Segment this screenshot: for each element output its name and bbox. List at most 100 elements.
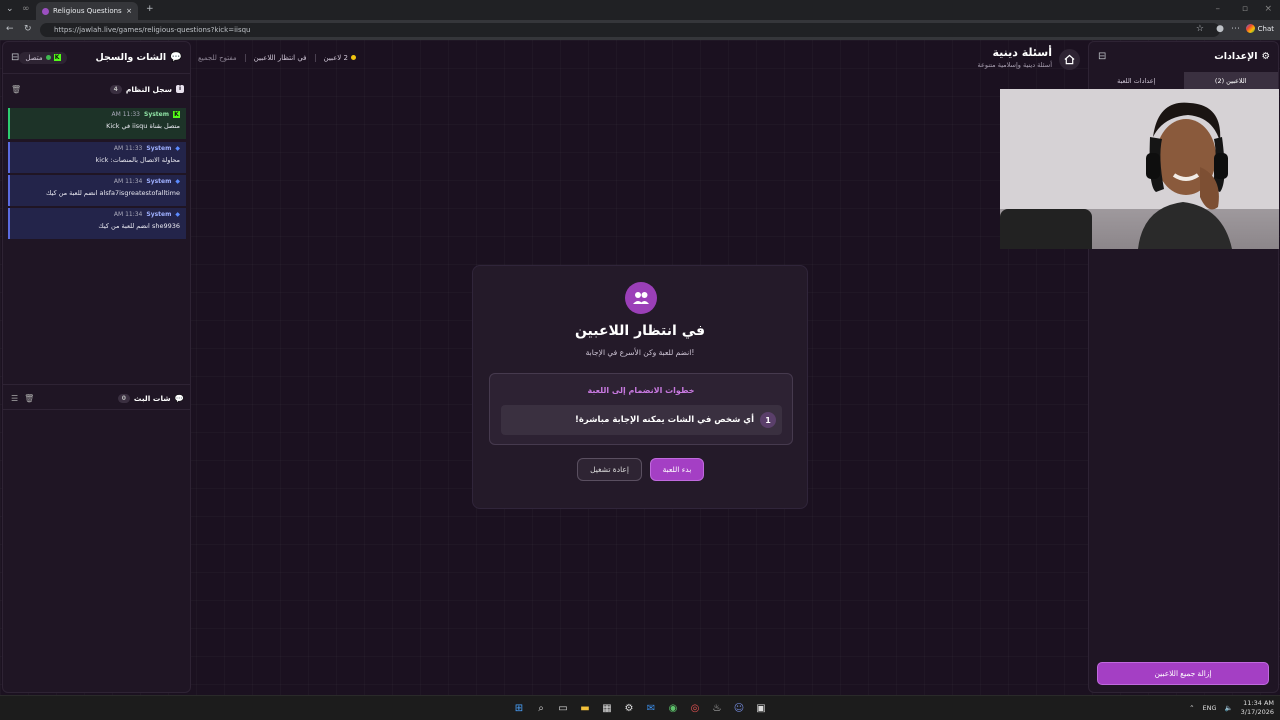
tray-arrow-icon[interactable]: ⌃	[1189, 704, 1194, 712]
players-count: 2 لاعبين	[324, 54, 356, 62]
gear-icon: ⚙	[1261, 51, 1270, 62]
back-icon[interactable]: ←	[6, 25, 14, 34]
live-chat-count: 0	[117, 393, 130, 403]
system-log-title: 4 سجل النظام i	[109, 84, 184, 94]
chat-bubble-icon: 💬	[174, 393, 184, 403]
waiting-card: في انتظار اللاعبين انضم للعبة وكن الأسرع…	[472, 265, 808, 509]
home-button[interactable]	[1059, 49, 1080, 70]
step-item: 1 أي شخص في الشات يمكنه الإجابة مباشرة!	[501, 405, 782, 435]
address-bar-row: ← ↻ https://jawlah.live/games/religious-…	[0, 20, 1280, 40]
mail-icon[interactable]: ✉	[643, 701, 659, 715]
msg-time: 11:34 AM	[113, 211, 143, 218]
lang-indicator[interactable]: ENG	[1203, 704, 1217, 712]
game-title-block: أسئلة دينية أسئلة دينية وإسلامية متنوعة	[940, 46, 1052, 69]
system-tray: ⌃ ENG 🔈 11:34 AM 3/17/2026	[1189, 699, 1274, 717]
system-log-count: 4	[109, 84, 122, 94]
step-text: أي شخص في الشات يمكنه الإجابة مباشرة!	[574, 415, 754, 425]
kick-icon: K	[173, 111, 180, 118]
discord-icon[interactable]: ☺	[731, 701, 747, 715]
home-icon	[1064, 54, 1075, 65]
live-chat-title-text: شات البث	[133, 393, 171, 403]
clock-time: 11:34 AM	[1243, 699, 1274, 707]
players-count-text: 2 لاعبين	[323, 54, 348, 62]
browser-tab[interactable]: Religious Questions - أسئلة دينية ×	[36, 2, 138, 20]
separator	[244, 54, 246, 62]
chat-label: Chat	[1257, 24, 1274, 33]
connection-status-badge: متصل K	[19, 51, 67, 64]
game-state: في انتظار اللاعبين	[253, 54, 307, 62]
menu-dots-icon[interactable]: ⋯	[1231, 25, 1240, 34]
join-steps: خطوات الانضمام إلى اللعبة 1 أي شخص في ال…	[489, 373, 793, 445]
kick-icon: K	[53, 54, 61, 61]
window-close-icon[interactable]: ×	[1264, 5, 1272, 14]
tab-players[interactable]: اللاعبين (2)	[1183, 72, 1278, 90]
browser-icon[interactable]: ◎	[687, 701, 703, 715]
webcam-chair	[1000, 209, 1092, 249]
status-dot-icon	[350, 55, 356, 60]
settings-tabs: اللاعبين (2) إعدادات اللعبة	[1089, 72, 1278, 90]
star-icon[interactable]: ☆	[1196, 25, 1204, 34]
clear-log-icon[interactable]: 🗑	[11, 85, 21, 94]
tab-menu-icon[interactable]: ⌄	[6, 5, 14, 14]
chat-button[interactable]: Chat	[1245, 24, 1274, 33]
collapse-panel-icon[interactable]: ⊟	[1098, 52, 1106, 62]
maximize-icon[interactable]: ▫	[1242, 5, 1248, 14]
search-icon[interactable]: ⌕	[533, 701, 549, 715]
separator	[314, 54, 316, 62]
shield-icon: ◆	[175, 211, 180, 218]
settings-title: الإعدادات ⚙	[1214, 51, 1270, 62]
clear-chat-icon[interactable]: 🗑	[24, 394, 34, 403]
log-message: ◆ System 11:34 AM she9936 انضم للعبة من كي…	[8, 208, 186, 239]
chrome-icon[interactable]: ◉	[665, 701, 681, 715]
filter-icon[interactable]: ☰	[11, 394, 18, 403]
msg-text: alsfa7isgreatestofalltime انضم للعبة من …	[46, 189, 180, 197]
msg-time: 11:33 AM	[113, 145, 143, 152]
clock-date: 3/17/2026	[1240, 708, 1274, 716]
profile-icon[interactable]: ●	[1216, 25, 1224, 34]
game-subtitle: أسئلة دينية وإسلامية متنوعة	[977, 61, 1052, 69]
chat-log-title-text: الشات والسجل	[95, 52, 167, 63]
address-bar[interactable]: https://jawlah.live/games/religious-ques…	[40, 23, 1220, 37]
browser-tab-bar: ⌄ ∞ Religious Questions - أسئلة دينية × …	[0, 0, 1280, 20]
start-game-button[interactable]: بدء اللعبة	[650, 458, 704, 481]
new-tab-icon[interactable]: +	[146, 5, 154, 14]
shield-icon: ◆	[175, 145, 180, 152]
card-title: في انتظار اللاعبين	[574, 323, 706, 339]
status-dot-icon	[45, 55, 51, 60]
chat-log-header: ⊟ متصل K الشات والسجل 💬	[3, 42, 190, 74]
gemini-icon	[1245, 24, 1255, 33]
start-icon[interactable]: ⊞	[511, 701, 527, 715]
taskbar: ⊞ ⌕ ▭ ▬ ▦ ⚙ ✉ ◉ ◎ ♨ ☺ ▣ ⌃ ENG 🔈 11:34 AM…	[0, 695, 1280, 720]
store-icon[interactable]: ▦	[599, 701, 615, 715]
system-log-header: 🗑 4 سجل النظام i	[3, 78, 190, 100]
msg-sender: System	[146, 145, 172, 152]
reload-icon[interactable]: ↻	[24, 25, 32, 34]
game-status-bar: 2 لاعبين في انتظار اللاعبين مفتوح للجميع	[198, 54, 356, 62]
section-divider	[3, 384, 190, 385]
log-message: ◆ System 11:33 AM محاولة الاتصال بالمنصات:…	[8, 142, 186, 173]
msg-sender: System	[144, 111, 169, 118]
tab-group-icon[interactable]: ∞	[22, 5, 30, 14]
clock[interactable]: 11:34 AM 3/17/2026	[1241, 699, 1274, 717]
tab-game-settings[interactable]: إعدادات اللعبة	[1089, 72, 1184, 90]
settings-title-text: الإعدادات	[1214, 51, 1258, 62]
reset-button[interactable]: إعادة تشغيل	[577, 458, 642, 481]
section-divider	[3, 409, 190, 410]
card-subtitle: انضم للعبة وكن الأسرع في الإجابة!	[585, 348, 695, 357]
shield-icon: ◆	[175, 178, 180, 185]
clear-players-button[interactable]: إزالة جميع اللاعبين	[1097, 662, 1269, 685]
taskbar-apps: ⊞ ⌕ ▭ ▬ ▦ ⚙ ✉ ◉ ◎ ♨ ☺ ▣	[511, 701, 769, 715]
settings-app-icon[interactable]: ⚙	[621, 701, 637, 715]
minimize-icon[interactable]: –	[1216, 5, 1221, 14]
folder-icon[interactable]: ▬	[577, 701, 593, 715]
steam-icon[interactable]: ♨	[709, 701, 725, 715]
system-log-title-text: سجل النظام	[125, 84, 172, 94]
tab-close-icon[interactable]: ×	[126, 7, 132, 15]
app-icon[interactable]: ▣	[753, 701, 769, 715]
msg-sender: System	[146, 178, 172, 185]
task-view-icon[interactable]: ▭	[555, 701, 571, 715]
chat-bubble-icon: 💬	[170, 52, 182, 63]
msg-sender: System	[146, 211, 172, 218]
collapse-panel-icon[interactable]: ⊟	[11, 52, 19, 63]
volume-icon[interactable]: 🔈	[1225, 704, 1233, 712]
